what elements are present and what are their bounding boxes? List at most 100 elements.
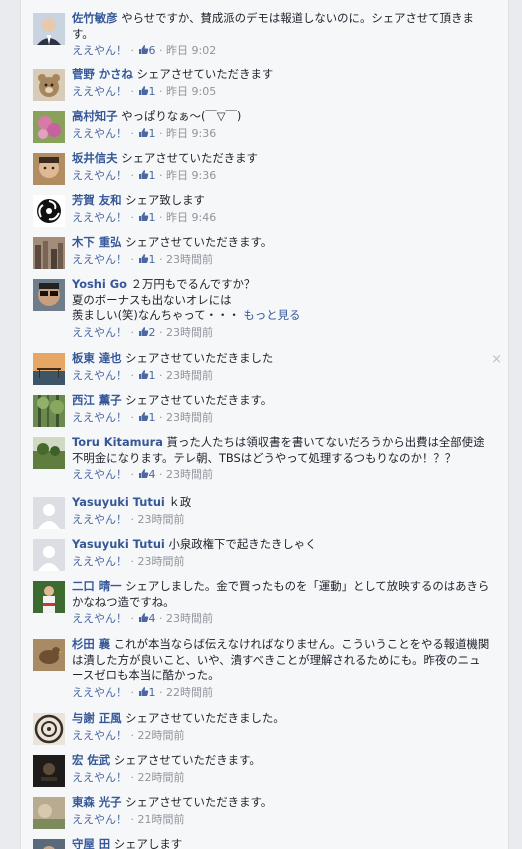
like-count[interactable]: 1 bbox=[138, 85, 156, 98]
like-link[interactable]: ええやん！ bbox=[72, 411, 127, 424]
like-link[interactable]: ええやん！ bbox=[72, 169, 127, 182]
comment-meta: ええやん！ · 4 · 23時間前 bbox=[72, 467, 490, 482]
commenter-name[interactable]: 芳賀 友和 bbox=[72, 193, 122, 207]
like-count[interactable]: 1 bbox=[138, 127, 156, 140]
avatar-dock-sunset[interactable] bbox=[33, 353, 65, 385]
comment-meta: ええやん！ · 23時間前 bbox=[72, 512, 490, 527]
comment-timestamp[interactable]: 23時間前 bbox=[138, 555, 185, 568]
thumbs-up-icon bbox=[138, 253, 149, 266]
comment-timestamp[interactable]: 昨日 9:02 bbox=[166, 44, 216, 57]
commenter-name[interactable]: 東森 光子 bbox=[72, 795, 122, 809]
separator: · bbox=[159, 325, 163, 339]
commenter-name[interactable]: Toru Kitamura bbox=[72, 435, 163, 449]
like-count[interactable]: 4 bbox=[138, 612, 156, 625]
avatar-landscape[interactable] bbox=[33, 437, 65, 469]
avatar-default[interactable] bbox=[33, 497, 65, 529]
commenter-name[interactable]: 木下 重弘 bbox=[72, 235, 122, 249]
comment-meta: ええやん！ · 6 · 昨日 9:02 bbox=[72, 43, 490, 58]
avatar-sunglasses[interactable] bbox=[33, 279, 65, 311]
comment-meta: ええやん！ · 23時間前 bbox=[72, 554, 490, 569]
like-link[interactable]: ええやん！ bbox=[72, 771, 127, 784]
avatar-partial[interactable] bbox=[33, 839, 65, 849]
like-link[interactable]: ええやん！ bbox=[72, 729, 127, 742]
comment-timestamp[interactable]: 23時間前 bbox=[138, 513, 185, 526]
like-count[interactable]: 4 bbox=[138, 468, 156, 481]
commenter-name[interactable]: 菅野 かさね bbox=[72, 67, 133, 81]
commenter-name[interactable]: 佐竹敏彦 bbox=[72, 11, 118, 25]
comment-timestamp[interactable]: 昨日 9:46 bbox=[166, 211, 216, 224]
avatar-crest[interactable] bbox=[33, 713, 65, 745]
like-count[interactable]: 1 bbox=[138, 253, 156, 266]
avatar-forest[interactable] bbox=[33, 395, 65, 427]
comment-timestamp[interactable]: 22時間前 bbox=[138, 771, 185, 784]
close-icon[interactable]: × bbox=[491, 353, 502, 367]
like-count[interactable]: 1 bbox=[138, 369, 156, 382]
avatar-man-face[interactable] bbox=[33, 153, 65, 185]
avatar-portrait-suit[interactable] bbox=[33, 13, 65, 45]
like-count[interactable]: 1 bbox=[138, 169, 156, 182]
like-link[interactable]: ええやん！ bbox=[72, 44, 127, 57]
comment-timestamp[interactable]: 21時間前 bbox=[138, 813, 185, 826]
like-link[interactable]: ええやん！ bbox=[72, 326, 127, 339]
commenter-name[interactable]: 与謝 正風 bbox=[72, 711, 122, 725]
comment-timestamp[interactable]: 昨日 9:36 bbox=[166, 127, 216, 140]
see-more-link[interactable]: もっと見る bbox=[243, 308, 300, 322]
avatar-bird[interactable] bbox=[33, 639, 65, 671]
like-count[interactable]: 6 bbox=[138, 44, 156, 57]
commenter-name[interactable]: 二口 晴一 bbox=[72, 579, 122, 593]
like-count[interactable]: 2 bbox=[138, 326, 156, 339]
comment-timestamp[interactable]: 昨日 9:05 bbox=[166, 85, 216, 98]
comment-timestamp[interactable]: 23時間前 bbox=[166, 253, 213, 266]
like-link[interactable]: ええやん！ bbox=[72, 555, 127, 568]
comment-timestamp[interactable]: 23時間前 bbox=[166, 612, 213, 625]
comment-timestamp[interactable]: 23時間前 bbox=[166, 411, 213, 424]
commenter-name[interactable]: 宏 佐武 bbox=[72, 753, 110, 767]
like-count[interactable]: 1 bbox=[138, 686, 156, 699]
commenter-name[interactable]: 板東 達也 bbox=[72, 351, 122, 365]
like-link[interactable]: ええやん！ bbox=[72, 127, 127, 140]
avatar-tomoe-symbol[interactable] bbox=[33, 195, 65, 227]
like-link[interactable]: ええやん！ bbox=[72, 513, 127, 526]
like-count[interactable]: 1 bbox=[138, 211, 156, 224]
like-link[interactable]: ええやん！ bbox=[72, 686, 127, 699]
avatar-garden[interactable] bbox=[33, 797, 65, 829]
like-link[interactable]: ええやん！ bbox=[72, 468, 127, 481]
separator: · bbox=[159, 252, 163, 266]
comment-timestamp[interactable]: 23時間前 bbox=[166, 369, 213, 382]
commenter-name[interactable]: Yasuyuki Tutui bbox=[72, 537, 165, 551]
commenter-name[interactable]: 守屋 田 bbox=[72, 837, 110, 849]
comment-timestamp[interactable]: 23時間前 bbox=[166, 468, 213, 481]
thumbs-up-icon bbox=[138, 326, 149, 339]
separator: · bbox=[130, 770, 135, 784]
separator: · bbox=[159, 612, 163, 626]
comment-timestamp[interactable]: 23時間前 bbox=[166, 326, 213, 339]
commenter-name[interactable]: 西江 薫子 bbox=[72, 393, 122, 407]
separator: · bbox=[130, 126, 135, 140]
comment-timestamp[interactable]: 昨日 9:36 bbox=[166, 169, 216, 182]
comment-body: 板東 達也 シェアさせていただきました ええやん！ · 1 · 23時間前 bbox=[72, 351, 490, 383]
commenter-name[interactable]: Yoshi Go bbox=[72, 277, 127, 291]
comment-timestamp[interactable]: 22時間前 bbox=[166, 686, 213, 699]
like-link[interactable]: ええやん！ bbox=[72, 813, 127, 826]
like-link[interactable]: ええやん！ bbox=[72, 369, 127, 382]
commenter-name[interactable]: 高村知子 bbox=[72, 109, 118, 123]
separator: · bbox=[159, 84, 163, 98]
commenter-name[interactable]: 坂井信夫 bbox=[72, 151, 118, 165]
avatar-dark-photo[interactable] bbox=[33, 755, 65, 787]
comment-text: シェア致します bbox=[125, 193, 205, 207]
like-link[interactable]: ええやん！ bbox=[72, 211, 127, 224]
like-link[interactable]: ええやん！ bbox=[72, 612, 127, 625]
comment-body: 守屋 田 シェアします bbox=[72, 837, 490, 849]
avatar-bear[interactable] bbox=[33, 69, 65, 101]
avatar-festival[interactable] bbox=[33, 581, 65, 613]
commenter-name[interactable]: 杉田 襄 bbox=[72, 637, 110, 651]
avatar-default[interactable] bbox=[33, 539, 65, 571]
avatar-city[interactable] bbox=[33, 237, 65, 269]
commenter-name[interactable]: Yasuyuki Tutui bbox=[72, 495, 165, 509]
like-link[interactable]: ええやん！ bbox=[72, 85, 127, 98]
avatar-pink-flower[interactable] bbox=[33, 111, 65, 143]
like-count[interactable]: 1 bbox=[138, 411, 156, 424]
comment-timestamp[interactable]: 22時間前 bbox=[138, 729, 185, 742]
like-link[interactable]: ええやん！ bbox=[72, 253, 127, 266]
comment-body: 佐竹敏彦 やらせですか、賛成派のデモは報道しないのに。シェアさせて頂きます。 ええ… bbox=[72, 11, 490, 58]
